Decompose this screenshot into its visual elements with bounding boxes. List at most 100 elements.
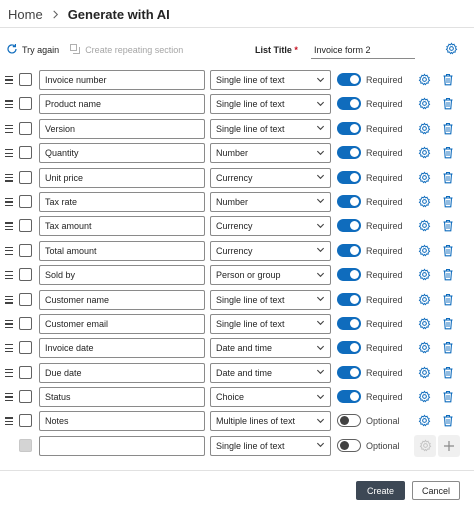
delete-trash-icon[interactable] [442, 268, 454, 283]
required-toggle[interactable] [337, 97, 361, 111]
column-type-dropdown[interactable]: Person or group [210, 265, 331, 286]
column-name-input[interactable] [39, 143, 205, 164]
delete-trash-icon[interactable] [442, 414, 454, 429]
drag-handle-icon[interactable] [5, 344, 13, 353]
delete-trash-icon[interactable] [442, 146, 454, 161]
column-settings-gear-icon[interactable] [418, 171, 431, 186]
required-toggle[interactable] [337, 219, 361, 233]
required-toggle[interactable] [337, 243, 361, 257]
row-checkbox[interactable] [19, 170, 32, 184]
column-type-dropdown[interactable]: Choice [210, 387, 331, 408]
column-name-input[interactable] [39, 362, 205, 383]
delete-trash-icon[interactable] [442, 244, 454, 259]
required-toggle[interactable] [337, 341, 361, 355]
row-checkbox[interactable] [19, 146, 32, 160]
delete-trash-icon[interactable] [442, 122, 454, 137]
new-column-type-dropdown[interactable]: Single line of text [210, 435, 331, 456]
drag-handle-icon[interactable] [5, 319, 13, 328]
drag-handle-icon[interactable] [5, 246, 13, 255]
column-type-dropdown[interactable]: Date and time [210, 362, 331, 383]
required-toggle[interactable] [337, 390, 361, 404]
column-type-dropdown[interactable]: Number [210, 191, 331, 212]
drag-handle-icon[interactable] [5, 149, 13, 158]
column-type-dropdown[interactable]: Single line of text [210, 70, 331, 90]
new-column-required-toggle[interactable] [337, 438, 361, 452]
column-name-input[interactable] [39, 313, 205, 334]
row-checkbox[interactable] [19, 292, 32, 306]
column-settings-gear-icon[interactable] [418, 195, 431, 210]
column-settings-gear-icon[interactable] [418, 317, 431, 332]
row-checkbox[interactable] [19, 365, 32, 379]
required-toggle[interactable] [337, 414, 361, 428]
drag-handle-icon[interactable] [5, 393, 13, 402]
column-name-input[interactable] [39, 265, 205, 286]
drag-handle-icon[interactable] [5, 295, 13, 304]
delete-trash-icon[interactable] [442, 73, 454, 88]
delete-trash-icon[interactable] [442, 366, 454, 381]
column-name-input[interactable] [39, 240, 205, 261]
column-type-dropdown[interactable]: Single line of text [210, 118, 331, 139]
delete-trash-icon[interactable] [442, 171, 454, 186]
column-type-dropdown[interactable]: Single line of text [210, 313, 331, 334]
column-type-dropdown[interactable]: Currency [210, 240, 331, 261]
row-checkbox[interactable] [19, 219, 32, 233]
drag-handle-icon[interactable] [5, 271, 13, 280]
row-checkbox[interactable] [19, 316, 32, 330]
new-column-name-input[interactable] [39, 435, 205, 456]
column-name-input[interactable] [39, 216, 205, 237]
column-type-dropdown[interactable]: Multiple lines of text [210, 411, 331, 432]
delete-trash-icon[interactable] [442, 341, 454, 356]
column-settings-gear-icon[interactable] [418, 268, 431, 283]
column-settings-gear-icon[interactable] [418, 219, 431, 234]
required-toggle[interactable] [337, 194, 361, 208]
required-toggle[interactable] [337, 268, 361, 282]
required-toggle[interactable] [337, 146, 361, 160]
drag-handle-icon[interactable] [5, 222, 13, 231]
required-toggle[interactable] [337, 316, 361, 330]
drag-handle-icon[interactable] [5, 173, 13, 182]
row-checkbox[interactable] [19, 341, 32, 355]
add-column-plus-icon[interactable] [438, 434, 460, 457]
column-settings-gear-icon[interactable] [418, 414, 431, 429]
column-settings-gear-icon[interactable] [418, 73, 431, 88]
required-toggle[interactable] [337, 292, 361, 306]
required-toggle[interactable] [337, 73, 361, 86]
column-name-input[interactable] [39, 167, 205, 188]
row-checkbox[interactable] [19, 390, 32, 404]
row-checkbox[interactable] [19, 414, 32, 428]
delete-trash-icon[interactable] [442, 390, 454, 405]
column-settings-gear-icon[interactable] [418, 97, 431, 112]
drag-handle-icon[interactable] [5, 197, 13, 206]
required-toggle[interactable] [337, 121, 361, 135]
column-type-dropdown[interactable]: Date and time [210, 338, 331, 359]
required-toggle[interactable] [337, 170, 361, 184]
column-settings-gear-icon[interactable] [418, 122, 431, 137]
column-name-input[interactable] [39, 411, 205, 432]
required-toggle[interactable] [337, 365, 361, 379]
drag-handle-icon[interactable] [5, 124, 13, 133]
create-button[interactable]: Create [356, 481, 405, 500]
cancel-button[interactable]: Cancel [412, 481, 460, 500]
row-checkbox[interactable] [19, 243, 32, 257]
try-again-button[interactable]: Try again [6, 43, 59, 57]
row-checkbox[interactable] [19, 194, 32, 208]
column-name-input[interactable] [39, 94, 205, 115]
drag-handle-icon[interactable] [5, 368, 13, 377]
column-type-dropdown[interactable]: Number [210, 143, 331, 164]
row-checkbox[interactable] [19, 268, 32, 282]
column-settings-gear-icon[interactable] [418, 366, 431, 381]
column-name-input[interactable] [39, 289, 205, 310]
column-name-input[interactable] [39, 70, 205, 90]
list-title-input[interactable] [311, 41, 415, 59]
delete-trash-icon[interactable] [442, 195, 454, 210]
column-type-dropdown[interactable]: Single line of text [210, 94, 331, 115]
column-settings-gear-icon[interactable] [418, 390, 431, 405]
drag-handle-icon[interactable] [5, 100, 13, 109]
column-name-input[interactable] [39, 191, 205, 212]
drag-handle-icon[interactable] [5, 417, 13, 426]
column-name-input[interactable] [39, 338, 205, 359]
column-settings-gear-icon[interactable] [418, 146, 431, 161]
column-type-dropdown[interactable]: Single line of text [210, 289, 331, 310]
column-name-input[interactable] [39, 118, 205, 139]
column-type-dropdown[interactable]: Currency [210, 216, 331, 237]
